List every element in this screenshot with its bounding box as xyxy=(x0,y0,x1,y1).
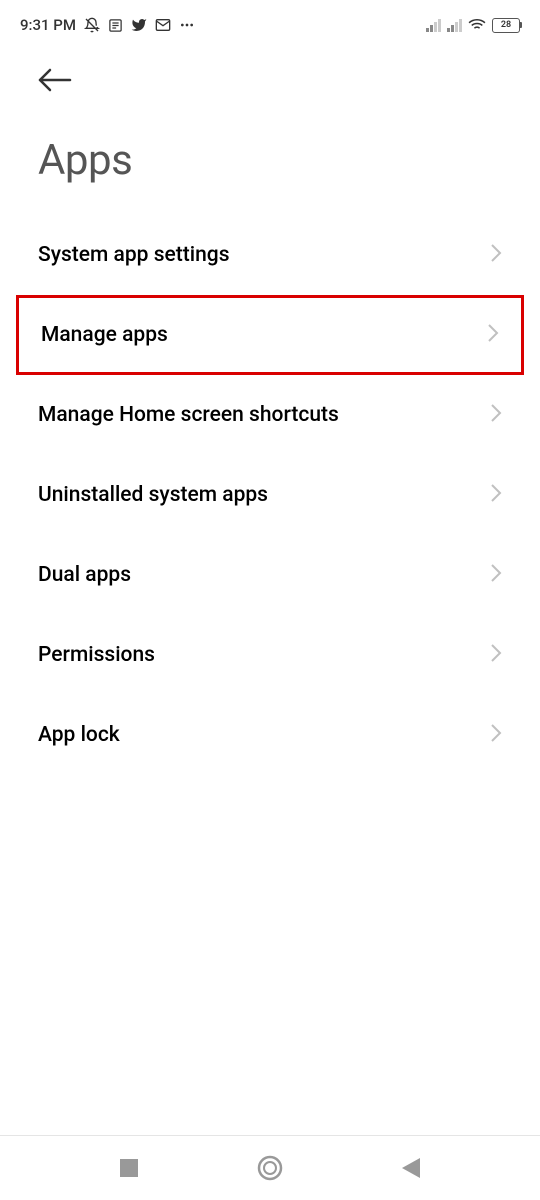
menu-item-app-lock[interactable]: App lock xyxy=(0,695,540,775)
chevron-right-icon xyxy=(487,323,499,347)
menu-item-manage-apps[interactable]: Manage apps xyxy=(16,295,524,375)
menu-label: Uninstalled system apps xyxy=(38,483,268,507)
chevron-right-icon xyxy=(490,563,502,587)
signal-icon-1 xyxy=(426,18,441,32)
battery-icon: 28 xyxy=(492,18,520,33)
menu-list: System app settings Manage apps Manage H… xyxy=(0,215,540,775)
menu-item-permissions[interactable]: Permissions xyxy=(0,615,540,695)
menu-label: System app settings xyxy=(38,243,230,267)
arrow-left-icon xyxy=(38,68,72,92)
home-button[interactable] xyxy=(257,1155,283,1181)
page-title: Apps xyxy=(0,96,540,215)
dnd-icon xyxy=(84,17,100,33)
twitter-icon xyxy=(131,17,147,33)
chevron-right-icon xyxy=(490,643,502,667)
triangle-left-icon xyxy=(402,1158,420,1178)
menu-item-home-shortcuts[interactable]: Manage Home screen shortcuts xyxy=(0,375,540,455)
wifi-icon xyxy=(468,16,486,34)
menu-label: App lock xyxy=(38,723,120,747)
signal-icon-2 xyxy=(447,18,462,32)
chevron-right-icon xyxy=(490,243,502,267)
chevron-right-icon xyxy=(490,483,502,507)
back-button[interactable] xyxy=(0,48,540,96)
gmail-icon xyxy=(155,17,171,33)
chevron-right-icon xyxy=(490,403,502,427)
menu-label: Manage Home screen shortcuts xyxy=(38,403,339,427)
status-right: 28 xyxy=(426,16,520,34)
status-time: 9:31 PM xyxy=(20,16,76,34)
chevron-right-icon xyxy=(490,723,502,747)
menu-label: Dual apps xyxy=(38,563,131,587)
navigation-bar xyxy=(0,1135,540,1200)
note-icon xyxy=(108,18,123,33)
menu-item-dual-apps[interactable]: Dual apps xyxy=(0,535,540,615)
status-left: 9:31 PM xyxy=(20,16,195,34)
menu-label: Permissions xyxy=(38,643,155,667)
recent-apps-button[interactable] xyxy=(120,1159,138,1177)
more-icon xyxy=(179,17,195,33)
menu-label: Manage apps xyxy=(41,323,168,347)
menu-item-system-app-settings[interactable]: System app settings xyxy=(0,215,540,295)
status-bar: 9:31 PM xyxy=(0,0,540,48)
menu-item-uninstalled-system-apps[interactable]: Uninstalled system apps xyxy=(0,455,540,535)
square-icon xyxy=(120,1159,138,1177)
circle-icon xyxy=(257,1155,283,1181)
back-nav-button[interactable] xyxy=(402,1158,420,1178)
